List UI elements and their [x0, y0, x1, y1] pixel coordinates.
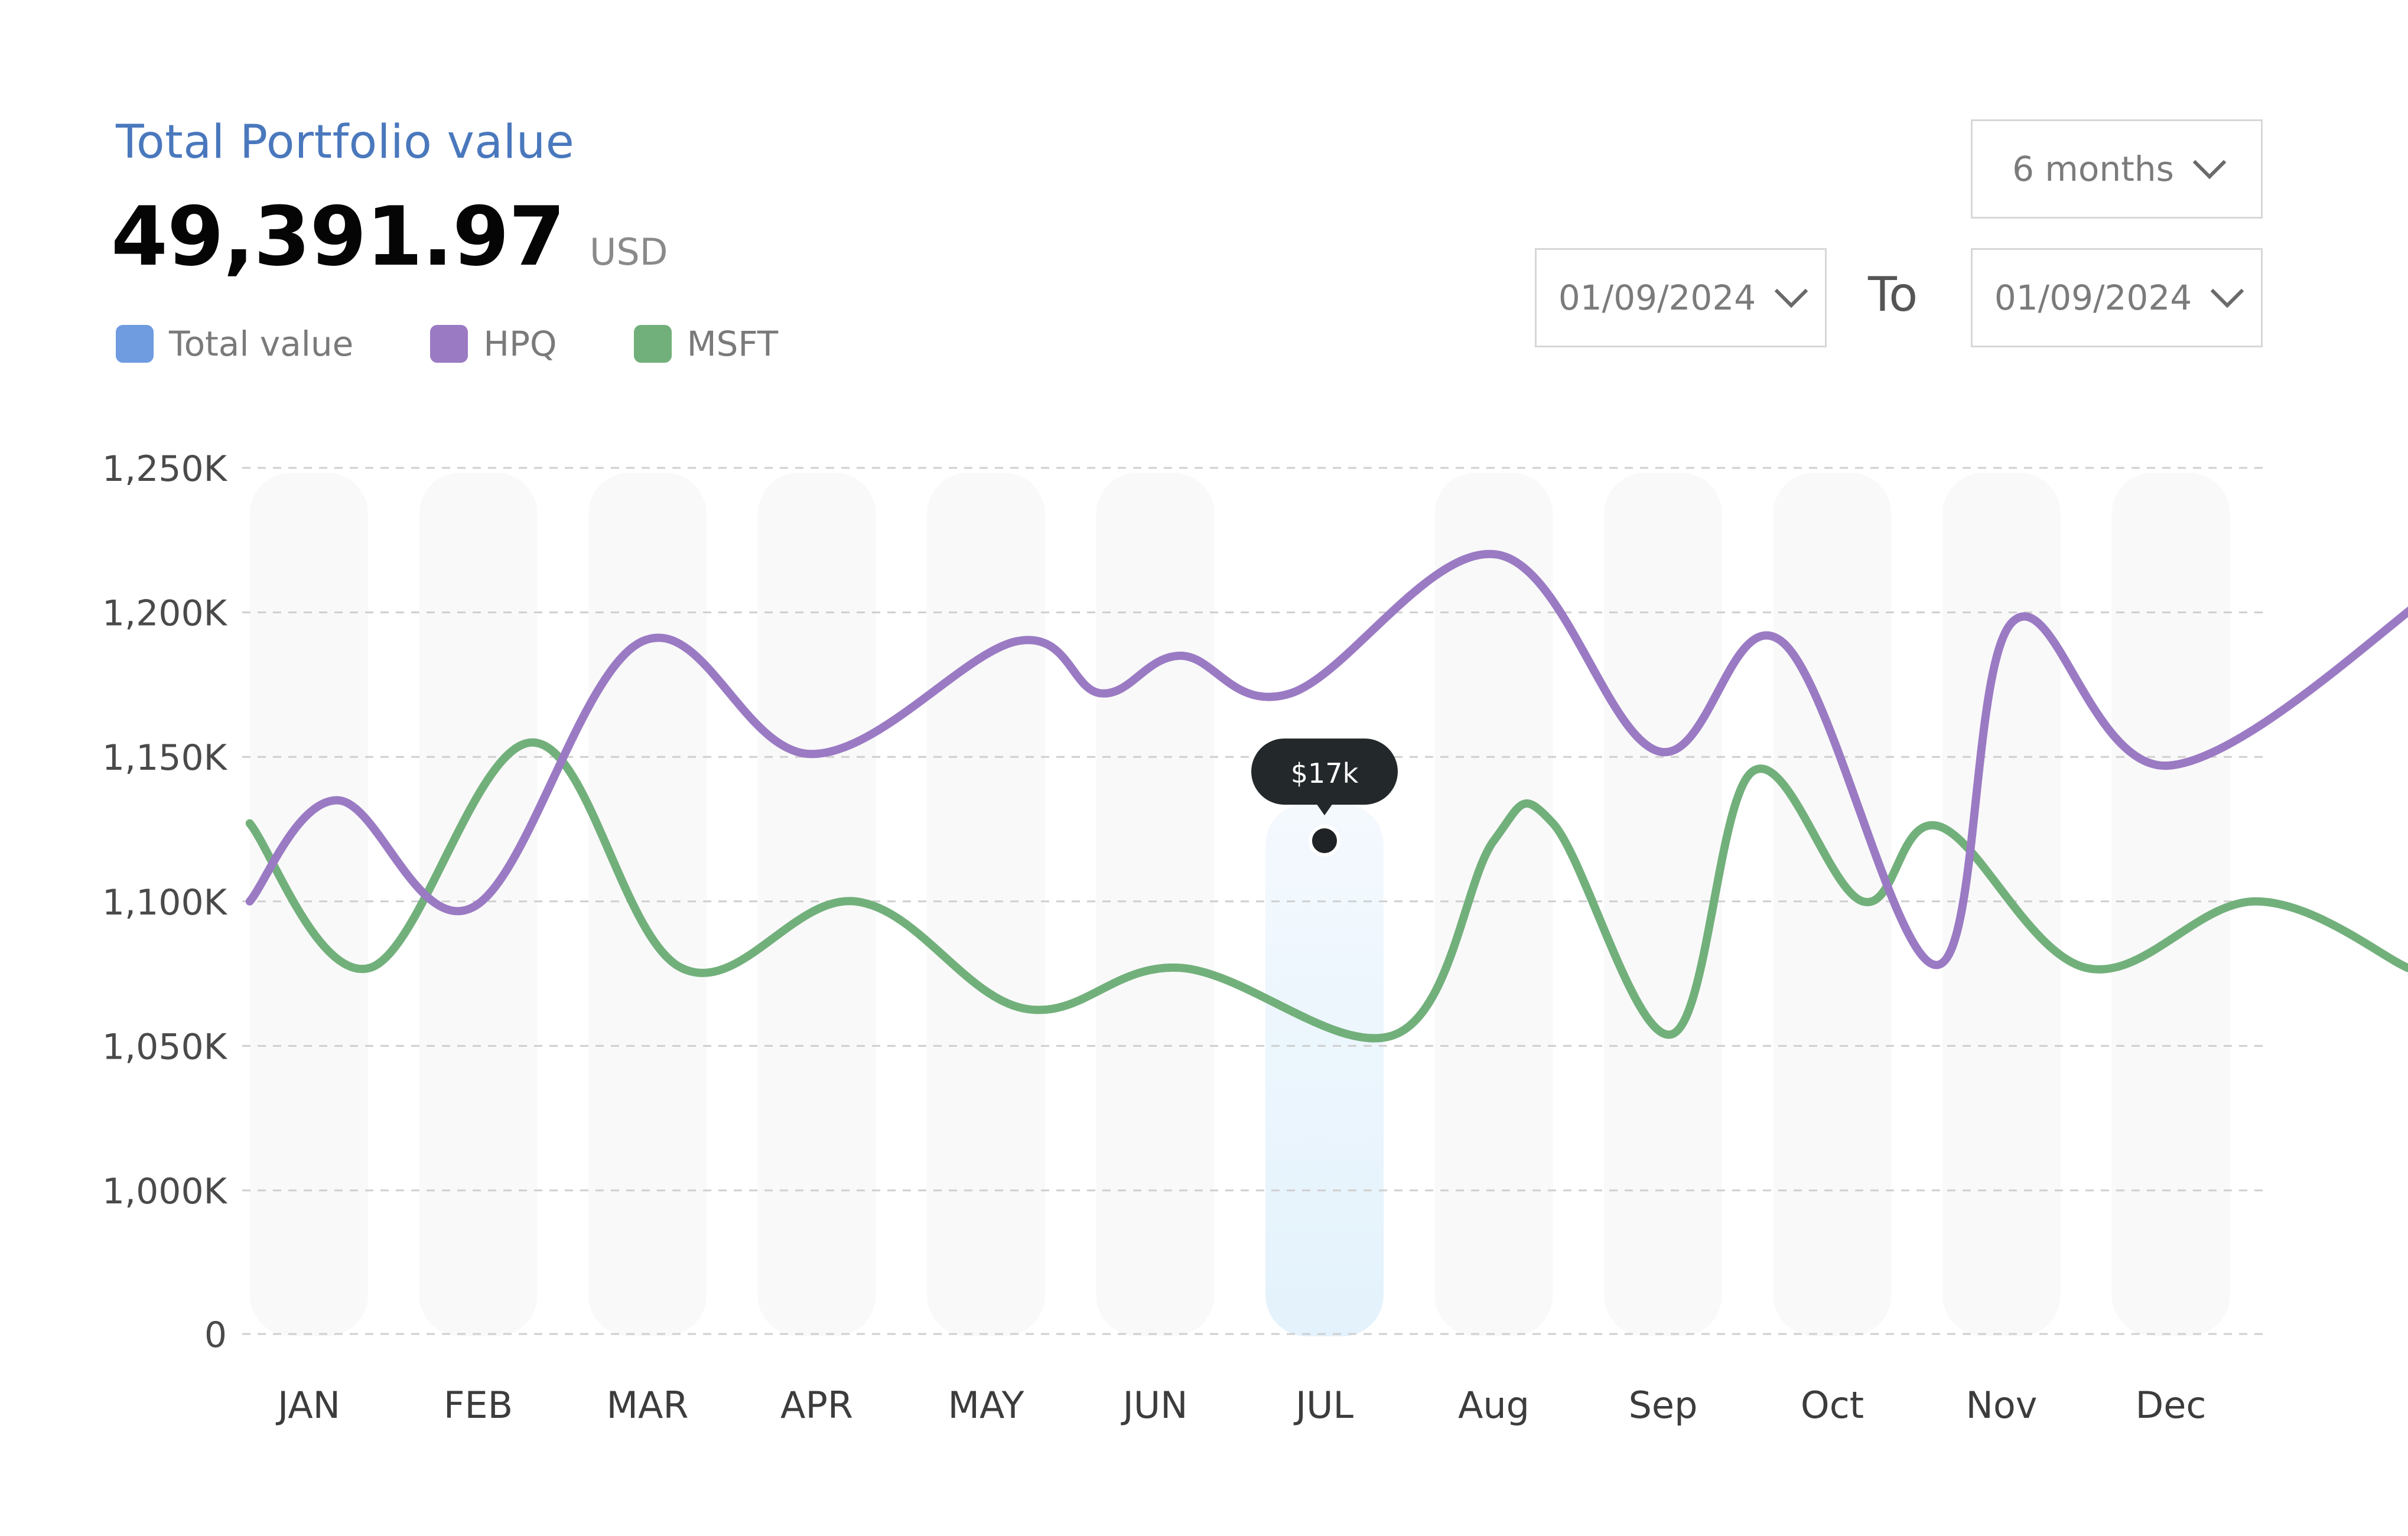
x-tick-label: JAN — [275, 1384, 340, 1427]
x-tick-label: APR — [780, 1384, 853, 1427]
y-tick-label: 1,250K — [102, 448, 228, 490]
highlight-point[interactable] — [1309, 825, 1340, 857]
column-band — [1604, 473, 1722, 1336]
column-band — [927, 473, 1045, 1336]
column-band — [588, 473, 707, 1336]
y-tick-label: 0 — [204, 1314, 227, 1356]
line-chart: 0 1,000K 1,050K 1,100K 1,150K 1,200K 1,250K JA… — [102, 448, 2408, 1427]
column-band — [1434, 473, 1553, 1336]
x-tick-label: JUN — [1120, 1384, 1187, 1427]
column-band — [1096, 473, 1215, 1336]
highlight-column — [1265, 803, 1384, 1336]
column-band — [250, 473, 368, 1336]
x-tick-label: Sep — [1629, 1384, 1698, 1427]
x-tick-label: Oct — [1801, 1384, 1864, 1427]
y-tick-label: 1,200K — [102, 593, 228, 634]
column-band — [2111, 473, 2230, 1336]
y-tick-label: 1,100K — [102, 882, 228, 923]
x-tick-label: Nov — [1966, 1384, 2037, 1427]
x-tick-label: Dec — [2136, 1384, 2207, 1427]
y-tick-label: 1,050K — [102, 1026, 228, 1068]
x-tick-label: FEB — [444, 1384, 513, 1427]
tooltip-label: $17k — [1291, 757, 1359, 789]
y-tick-label: 1,150K — [102, 737, 228, 779]
x-tick-label: JUL — [1293, 1384, 1354, 1427]
x-tick-label: Aug — [1458, 1384, 1530, 1427]
x-tick-label: MAY — [948, 1384, 1024, 1427]
y-tick-label: 1,000K — [102, 1171, 228, 1212]
x-tick-label: MAR — [607, 1384, 689, 1427]
